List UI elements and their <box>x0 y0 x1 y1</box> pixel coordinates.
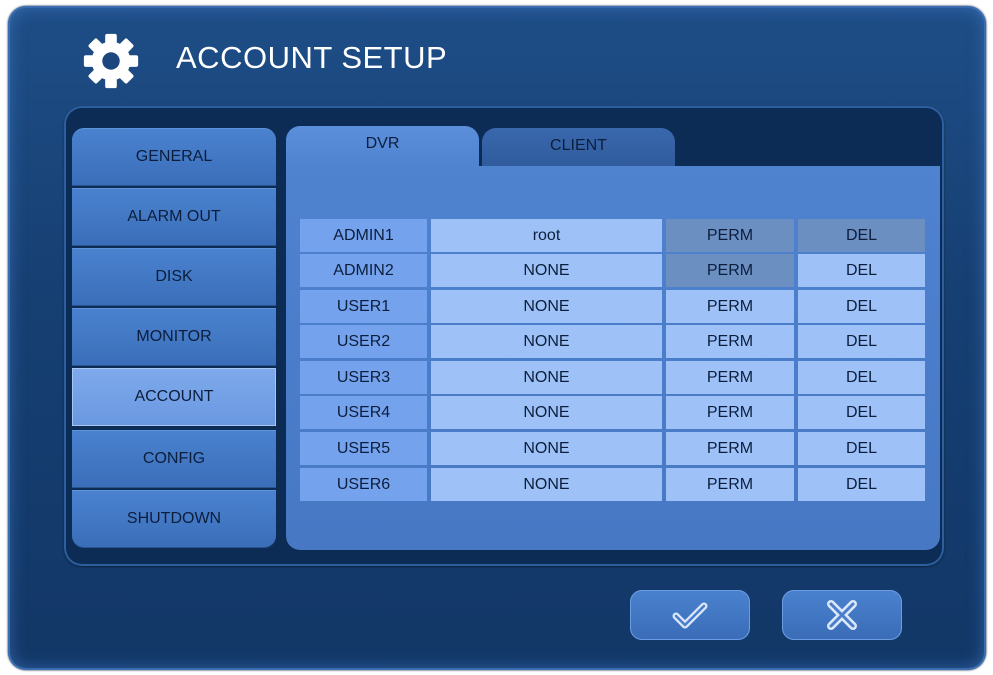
cancel-button[interactable] <box>782 590 902 640</box>
password-cell[interactable]: root <box>431 219 662 252</box>
del-button[interactable]: DEL <box>798 396 925 429</box>
sidebar-item-monitor[interactable]: MONITOR <box>72 308 276 366</box>
user-name-cell[interactable]: USER4 <box>300 396 427 429</box>
perm-button[interactable]: PERM <box>666 396 794 429</box>
sidebar-item-alarm-out[interactable]: ALARM OUT <box>72 188 276 246</box>
password-cell[interactable]: NONE <box>431 254 662 287</box>
check-icon <box>672 602 708 629</box>
del-button[interactable]: DEL <box>798 361 925 394</box>
del-button[interactable]: DEL <box>798 219 925 252</box>
user-name-cell[interactable]: USER3 <box>300 361 427 394</box>
sidebar-item-config[interactable]: CONFIG <box>72 430 276 488</box>
password-cell[interactable]: NONE <box>431 290 662 323</box>
user-name-cell[interactable]: USER6 <box>300 468 427 501</box>
sidebar-item-shutdown[interactable]: SHUTDOWN <box>72 490 276 548</box>
password-cell[interactable]: NONE <box>431 325 662 358</box>
perm-button[interactable]: PERM <box>666 325 794 358</box>
page-title: ACCOUNT SETUP <box>176 40 448 75</box>
perm-button[interactable]: PERM <box>666 432 794 465</box>
user-name-cell[interactable]: ADMIN1 <box>300 219 427 252</box>
user-name-cell[interactable]: USER1 <box>300 290 427 323</box>
password-cell[interactable]: NONE <box>431 396 662 429</box>
sidebar: GENERAL ALARM OUT DISK MONITOR ACCOUNT C… <box>72 128 276 548</box>
del-button[interactable]: DEL <box>798 325 925 358</box>
perm-button[interactable]: PERM <box>666 361 794 394</box>
user-name-cell[interactable]: USER5 <box>300 432 427 465</box>
sidebar-item-disk[interactable]: DISK <box>72 248 276 306</box>
user-name-cell[interactable]: USER2 <box>300 325 427 358</box>
password-cell[interactable]: NONE <box>431 432 662 465</box>
perm-button[interactable]: PERM <box>666 254 794 287</box>
tab-dvr[interactable]: DVR <box>286 126 479 170</box>
perm-button[interactable]: PERM <box>666 468 794 501</box>
gear-icon <box>83 33 139 89</box>
del-button[interactable]: DEL <box>798 254 925 287</box>
user-name-cell[interactable]: ADMIN2 <box>300 254 427 287</box>
sidebar-item-general[interactable]: GENERAL <box>72 128 276 186</box>
password-cell[interactable]: NONE <box>431 361 662 394</box>
close-icon <box>827 600 857 630</box>
tab-client[interactable]: CLIENT <box>482 128 675 168</box>
perm-button[interactable]: PERM <box>666 290 794 323</box>
del-button[interactable]: DEL <box>798 290 925 323</box>
sidebar-item-account[interactable]: ACCOUNT <box>72 368 276 426</box>
del-button[interactable]: DEL <box>798 468 925 501</box>
password-cell[interactable]: NONE <box>431 468 662 501</box>
ok-button[interactable] <box>630 590 750 640</box>
perm-button[interactable]: PERM <box>666 219 794 252</box>
del-button[interactable]: DEL <box>798 432 925 465</box>
